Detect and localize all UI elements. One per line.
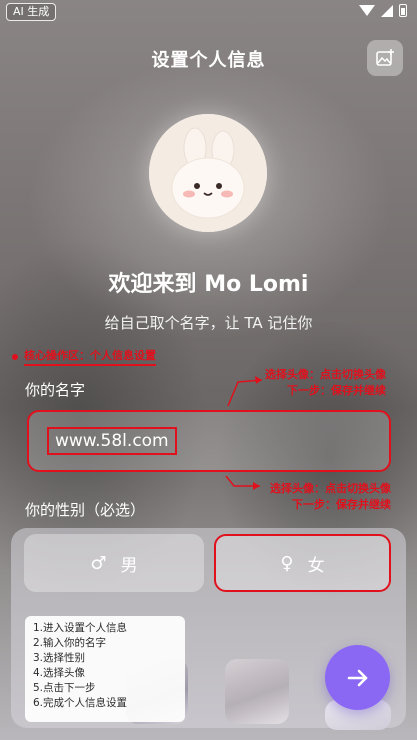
bunny-avatar-icon <box>149 114 267 232</box>
callout-line: 选择头像：点击切换头像 <box>265 368 386 381</box>
step-item: 2.输入你的名字 <box>33 637 107 649</box>
gender-male-label: 男 <box>120 555 138 576</box>
name-input-value: www.58l.com <box>47 427 177 455</box>
female-icon: ♀ <box>280 552 294 574</box>
page-title: 设置个人信息 <box>151 50 266 71</box>
annotation-arrow-top <box>227 376 263 407</box>
gender-female-button[interactable]: ♀ 女 <box>214 534 391 592</box>
name-label: 你的名字 <box>25 381 86 399</box>
steps-list: 1.进入设置个人信息 2.输入你的名字 3.选择性别 4.选择头像 5.点击下一… <box>25 616 185 722</box>
annotation-callout-bottom: 选择头像：点击切换头像 下一步：保存并继续 <box>191 481 391 513</box>
callout-line: 下一步：保存并继续 <box>292 498 391 511</box>
step-item: 3.选择性别 <box>33 652 86 664</box>
avatar-option[interactable] <box>225 659 289 724</box>
next-button[interactable] <box>325 645 390 710</box>
ai-generated-badge: AI 生成 <box>6 3 57 21</box>
welcome-title: 欢迎来到 Mo Lomi <box>108 272 309 297</box>
gender-male-button[interactable]: ♂ 男 <box>24 534 204 592</box>
status-bar: AI 生成 <box>0 0 417 26</box>
male-icon: ♂ <box>90 552 107 574</box>
arrow-right-icon <box>347 669 367 686</box>
callout-line: 选择头像：点击切换头像 <box>270 482 391 495</box>
welcome-subtitle: 给自己取个名字，让 TA 记住你 <box>104 314 313 332</box>
gender-female-label: 女 <box>307 555 325 576</box>
annotation-dot-icon <box>12 353 18 360</box>
battery-icon <box>399 4 407 17</box>
step-item: 1.进入设置个人信息 <box>33 622 128 634</box>
name-input[interactable]: www.58l.com <box>27 410 391 472</box>
step-item: 6.完成个人信息设置 <box>33 697 128 709</box>
gallery-button[interactable] <box>367 40 403 76</box>
callout-line: 下一步：保存并继续 <box>287 384 386 397</box>
step-item: 4.选择头像 <box>33 667 86 679</box>
image-add-icon <box>376 49 394 66</box>
signal-icon <box>381 4 393 17</box>
avatar[interactable] <box>149 114 267 232</box>
annotation-title-text: 核心操作区：个人信息设置 <box>24 347 156 366</box>
wifi-icon <box>359 5 375 16</box>
step-item: 5.点击下一步 <box>33 682 96 694</box>
status-icons <box>359 4 407 17</box>
annotation-title: 核心操作区：个人信息设置 <box>12 347 156 366</box>
gender-label: 你的性别（必选） <box>25 501 146 519</box>
annotation-callout-top: 选择头像：点击切换头像 下一步：保存并继续 <box>186 367 386 399</box>
